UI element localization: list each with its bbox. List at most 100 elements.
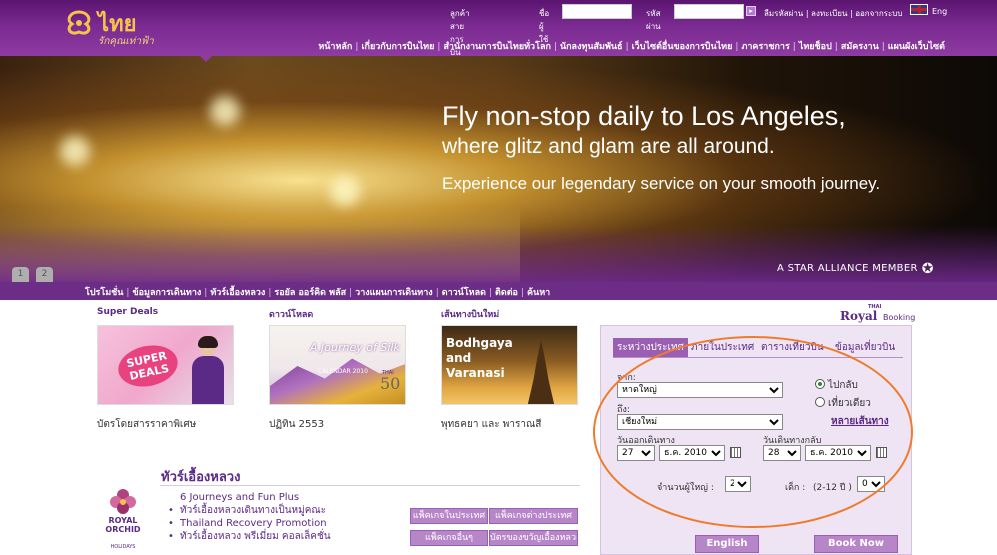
top-navigation: หน้าหลัก | เกี่ยวกับการบินไทย | สำนักงานการบ… — [318, 42, 945, 52]
calendar-year: CALENDAR 2010 — [318, 368, 368, 375]
promo-title: ดาวน์โหลด — [269, 310, 314, 320]
subnav-plan[interactable]: วางแผนการเดินทาง — [355, 288, 433, 298]
holidays-title: ทัวร์เอื้องหลวง — [161, 470, 241, 485]
promo-new-route[interactable]: เส้นทางบินใหม่ Bodhgaya and Varanasi พุท… — [441, 307, 581, 430]
fifty-years-logo: 50 — [380, 374, 401, 393]
promo-super-deals[interactable]: Super Deals SUPER DEALS บัตรโดยสารราคาพิ… — [97, 307, 237, 430]
promo-download[interactable]: ดาวน์โหลด A Journey of Silk CALENDAR 201… — [269, 307, 409, 430]
banner-line-1: Fly non-stop daily to Los Angeles, — [442, 101, 846, 131]
from-select[interactable]: หาดใหญ่ — [617, 382, 783, 398]
children-label: เด็ก : — [785, 483, 806, 493]
star-alliance-badge: A STAR ALLIANCE MEMBER ✪ — [777, 261, 934, 277]
password-label: รหัสผ่าน — [646, 9, 661, 31]
nav-offices[interactable]: สำนักงานการบินไทยทั่วโลก — [443, 42, 550, 52]
oneway-radio[interactable]: เที่ยวเดียว — [815, 396, 871, 411]
multi-city-link[interactable]: หลายเส้นทาง — [831, 414, 889, 429]
nav-careers[interactable]: สมัครงาน — [841, 42, 879, 52]
subnav-promotions[interactable]: โปรโมชั่น — [85, 288, 123, 298]
return-day-select[interactable]: 28 — [763, 445, 801, 461]
promo-image[interactable]: SUPER DEALS — [97, 325, 234, 405]
holidays-logo-text: ROYAL ORCHID — [105, 516, 141, 534]
royal-booking-logo: THAI Royal Booking — [840, 304, 920, 323]
tab-flight-info[interactable]: ข้อมูลเที่ยวบิน — [831, 338, 899, 357]
slide-2-button[interactable]: 2 — [36, 267, 53, 282]
uk-flag-icon[interactable] — [910, 4, 928, 15]
adults-select[interactable]: 2 — [725, 476, 751, 492]
nav-thai-shop[interactable]: ไทยช็อป — [799, 42, 832, 52]
return-month-select[interactable]: ธ.ค. 2010 — [805, 445, 871, 461]
subnav-rop[interactable]: รอยัล ออร์คิด พลัส — [274, 288, 346, 298]
flight-attendant-image — [190, 336, 226, 404]
username-input[interactable] — [562, 4, 632, 19]
promo-title: Super Deals — [97, 307, 159, 317]
promo-caption[interactable]: ปฏิทิน 2553 — [269, 417, 324, 432]
nav-government[interactable]: ภาคราชการ — [741, 42, 789, 52]
booking-panel: ระหว่างประเทศ ภายในประเทศ ตารางเที่ยวบิน… — [600, 325, 912, 555]
international-package-button[interactable]: แพ็คเกจต่างประเทศ — [489, 508, 578, 524]
tab-international[interactable]: ระหว่างประเทศ — [613, 338, 688, 357]
star-alliance-icon: ✪ — [921, 261, 934, 277]
booking-tabs: ระหว่างประเทศ ภายในประเทศ ตารางเที่ยวบิน… — [613, 338, 903, 358]
calendar-title: A Journey of Silk — [310, 341, 400, 354]
promo-image[interactable]: A Journey of Silk CALENDAR 2010 THAI 50 — [269, 325, 406, 405]
children-age-label: (2-12 ปี ) — [813, 483, 852, 493]
to-select[interactable]: เชียงใหม่ — [617, 414, 783, 430]
list-item[interactable]: • ทัวร์เอื้องหลวง พรีเมี่ยม คอลเล็คชั่น — [168, 530, 331, 543]
promo-caption[interactable]: บัตรโดยสารราคาพิเศษ — [97, 417, 196, 432]
booking-text: Booking — [883, 313, 916, 322]
book-now-button[interactable]: Book Now — [814, 535, 898, 553]
holidays-logo-sub: HOLIDAYS — [110, 544, 136, 550]
nav-pointer — [199, 55, 213, 62]
banner-headline: Fly non-stop daily to Los Angeles, where… — [442, 100, 880, 194]
subnav-travel-info[interactable]: ข้อมูลการเดินทาง — [132, 288, 201, 298]
list-item[interactable]: • Thailand Recovery Promotion — [168, 517, 331, 530]
other-package-button[interactable]: แพ็คเกจอื่นๆ — [410, 530, 488, 546]
royal-text: Royal — [840, 309, 878, 323]
login-go-button[interactable]: ▸ — [746, 6, 756, 16]
nav-other-sites[interactable]: เว็บไซต์อื่นของการบินไทย — [632, 42, 733, 52]
promo-title: เส้นทางบินใหม่ — [441, 310, 500, 320]
holidays-list: 6 Journeys and Fun Plus • ทัวร์เอื้องหลวง… — [168, 491, 331, 543]
nav-home[interactable]: หน้าหลัก — [318, 42, 352, 52]
children-select[interactable]: 0 — [857, 476, 885, 492]
super-deals-badge: SUPER DEALS — [114, 340, 182, 392]
thai-logo[interactable]: ไทย รักคุณเท่าฟ้า — [60, 6, 170, 50]
adults-label: จำนวนผู้ใหญ่ : — [657, 483, 714, 493]
divider — [160, 485, 580, 486]
site-header: ไทย รักคุณเท่าฟ้า ลูกค้าสายการบิน Login … — [0, 0, 997, 68]
slide-1-button[interactable]: 1 — [12, 267, 29, 282]
subnav-search[interactable]: ค้นหา — [527, 288, 550, 298]
list-item[interactable]: • ทัวร์เอื้องหลวงเดินทางเป็นหมู่คณะ — [168, 504, 331, 517]
depart-calendar-icon[interactable] — [730, 447, 741, 458]
route-image-text: Bodhgaya and Varanasi — [446, 336, 513, 380]
list-item[interactable]: 6 Journeys and Fun Plus — [168, 491, 331, 504]
subnav-contact[interactable]: ติดต่อ — [495, 288, 518, 298]
gift-voucher-button[interactable]: บัตรของขวัญเอื้องหลวง — [489, 530, 578, 546]
promo-image[interactable]: Bodhgaya and Varanasi — [441, 325, 578, 405]
radio-icon — [815, 397, 825, 407]
orchid-flower-icon — [110, 489, 136, 514]
language-link[interactable]: Eng — [932, 7, 947, 16]
tab-timetable[interactable]: ตารางเที่ยวบิน — [757, 338, 828, 357]
nav-sitemap[interactable]: แผนผังเว็บไซต์ — [888, 42, 945, 52]
depart-month-select[interactable]: ธ.ค. 2010 — [659, 445, 725, 461]
promo-caption[interactable]: พุทธคยา และ พาราณสี — [441, 417, 541, 432]
domestic-package-button[interactable]: แพ็คเกจในประเทศ — [410, 508, 488, 524]
subnav-tours[interactable]: ทัวร์เอื้องหลวง — [210, 288, 265, 298]
banner-line-2: where glitz and glam are all around. — [442, 135, 775, 158]
password-input[interactable] — [674, 4, 744, 19]
depart-day-select[interactable]: 27 — [617, 445, 655, 461]
banner-line-3: Experience our legendary service on your… — [442, 174, 881, 193]
royal-orchid-holidays-logo[interactable]: ROYAL ORCHID HOLIDAYS — [98, 486, 148, 552]
tab-domestic[interactable]: ภายในประเทศ — [687, 338, 758, 357]
account-links[interactable]: ลืมรหัสผ่าน | ลงทะเบียน | ออกจากระบบ — [764, 7, 902, 20]
hero-banner[interactable]: Fly non-stop daily to Los Angeles, where… — [0, 56, 997, 282]
roundtrip-radio[interactable]: ไปกลับ — [815, 378, 858, 393]
nav-investors[interactable]: นักลงทุนสัมพันธ์ — [560, 42, 623, 52]
radio-selected-icon — [815, 379, 825, 389]
english-button[interactable]: English — [695, 535, 759, 553]
nav-about[interactable]: เกี่ยวกับการบินไทย — [361, 42, 434, 52]
subnav-download[interactable]: ดาวน์โหลด — [442, 288, 486, 298]
return-calendar-icon[interactable] — [876, 447, 887, 458]
star-alliance-text: A STAR ALLIANCE MEMBER — [777, 263, 918, 274]
